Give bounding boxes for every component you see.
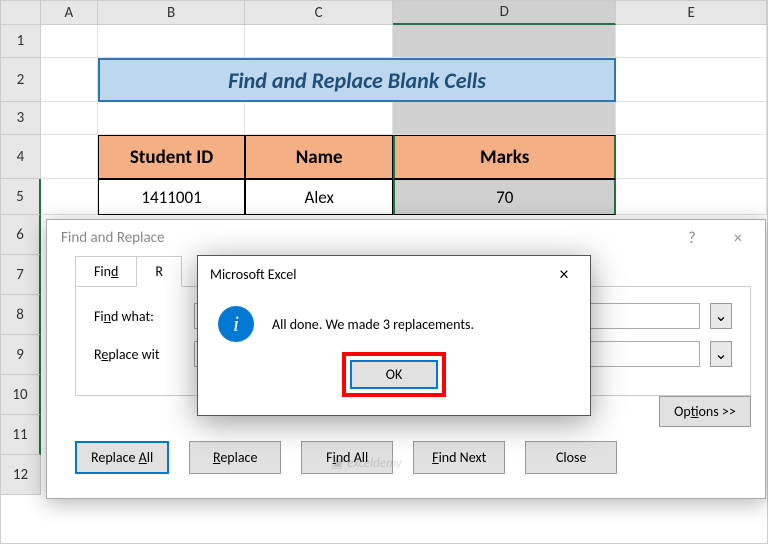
column-headers: A B C D E (1, 1, 767, 25)
table-header-marks[interactable]: Marks (393, 135, 616, 179)
row-header-2[interactable]: 2 (1, 58, 41, 102)
replace-button[interactable]: Replace (189, 441, 281, 474)
col-header-A[interactable]: A (41, 1, 98, 25)
col-header-E[interactable]: E (616, 1, 767, 25)
find-dropdown[interactable]: ⌄ (710, 303, 732, 329)
chevron-down-icon: ⌄ (714, 306, 727, 326)
cell[interactable] (393, 25, 616, 58)
row-header-7[interactable]: 7 (1, 255, 41, 295)
cell[interactable] (98, 102, 246, 135)
tab-label: Find (94, 263, 118, 280)
message-dialog: Microsoft Excel × i All done. We made 3 … (197, 255, 591, 416)
col-header-C[interactable]: C (245, 1, 393, 25)
message-title: Microsoft Excel (210, 266, 296, 283)
cell[interactable] (98, 25, 246, 58)
cell[interactable] (41, 58, 98, 102)
options-button[interactable]: Options >> (659, 396, 751, 427)
table-header-id[interactable]: Student ID (98, 135, 246, 179)
close-icon[interactable]: × (715, 222, 761, 254)
col-header-D[interactable]: D (393, 1, 616, 25)
cell[interactable] (41, 135, 98, 179)
message-text: All done. We made 3 replacements. (272, 316, 474, 333)
select-all-corner[interactable] (1, 1, 41, 25)
cell[interactable] (616, 25, 767, 58)
replace-dropdown[interactable]: ⌄ (710, 341, 732, 367)
ok-button[interactable]: OK (350, 360, 439, 389)
cell[interactable] (245, 102, 393, 135)
cell[interactable] (41, 179, 98, 215)
row-header-1[interactable]: 1 (1, 25, 41, 58)
close-button[interactable]: Close (525, 441, 617, 474)
replace-all-button[interactable]: Replace All (75, 441, 169, 474)
table-header-name[interactable]: Name (245, 135, 393, 179)
row-header-3[interactable]: 3 (1, 102, 41, 135)
row-header-12[interactable]: 12 (1, 455, 41, 495)
tab-replace[interactable]: R (136, 256, 182, 287)
cell[interactable] (41, 25, 98, 58)
row-header-11[interactable]: 11 (1, 415, 41, 455)
ok-highlight: OK (342, 352, 447, 397)
cell[interactable] (245, 25, 393, 58)
cell-name[interactable]: Alex (245, 179, 393, 215)
find-what-label: Find what: (94, 308, 184, 325)
info-icon: i (218, 306, 254, 342)
row-header-8[interactable]: 8 (1, 295, 41, 335)
chevron-down-icon: ⌄ (714, 344, 727, 364)
col-header-B[interactable]: B (98, 1, 246, 25)
cell-marks[interactable]: 70 (393, 179, 616, 215)
cell[interactable] (616, 179, 767, 215)
cell-id[interactable]: 1411001 (98, 179, 246, 215)
row-header-10[interactable]: 10 (1, 375, 41, 415)
row-header-4[interactable]: 4 (1, 135, 41, 179)
excel-icon: ▣ (331, 456, 343, 471)
row-header-5[interactable]: 5 (1, 179, 41, 215)
cell[interactable] (616, 58, 767, 102)
watermark: ▣ exceldemy (331, 456, 402, 471)
replace-with-label: Replace wit (94, 346, 184, 363)
row-header-9[interactable]: 9 (1, 335, 41, 375)
tab-find[interactable]: Find (75, 256, 137, 287)
dialog-title-bar[interactable]: Find and Replace ? × (47, 220, 765, 256)
close-icon[interactable]: × (544, 259, 584, 289)
message-title-bar[interactable]: Microsoft Excel × (198, 256, 590, 292)
help-button[interactable]: ? (669, 222, 715, 254)
cell[interactable] (41, 102, 98, 135)
cell[interactable] (393, 102, 616, 135)
row-header-6[interactable]: 6 (1, 215, 41, 255)
cell[interactable] (616, 102, 767, 135)
cell[interactable] (616, 135, 767, 179)
title-cell[interactable]: Find and Replace Blank Cells (98, 58, 617, 102)
dialog-title: Find and Replace (61, 229, 164, 247)
find-next-button[interactable]: Find Next (413, 441, 505, 474)
